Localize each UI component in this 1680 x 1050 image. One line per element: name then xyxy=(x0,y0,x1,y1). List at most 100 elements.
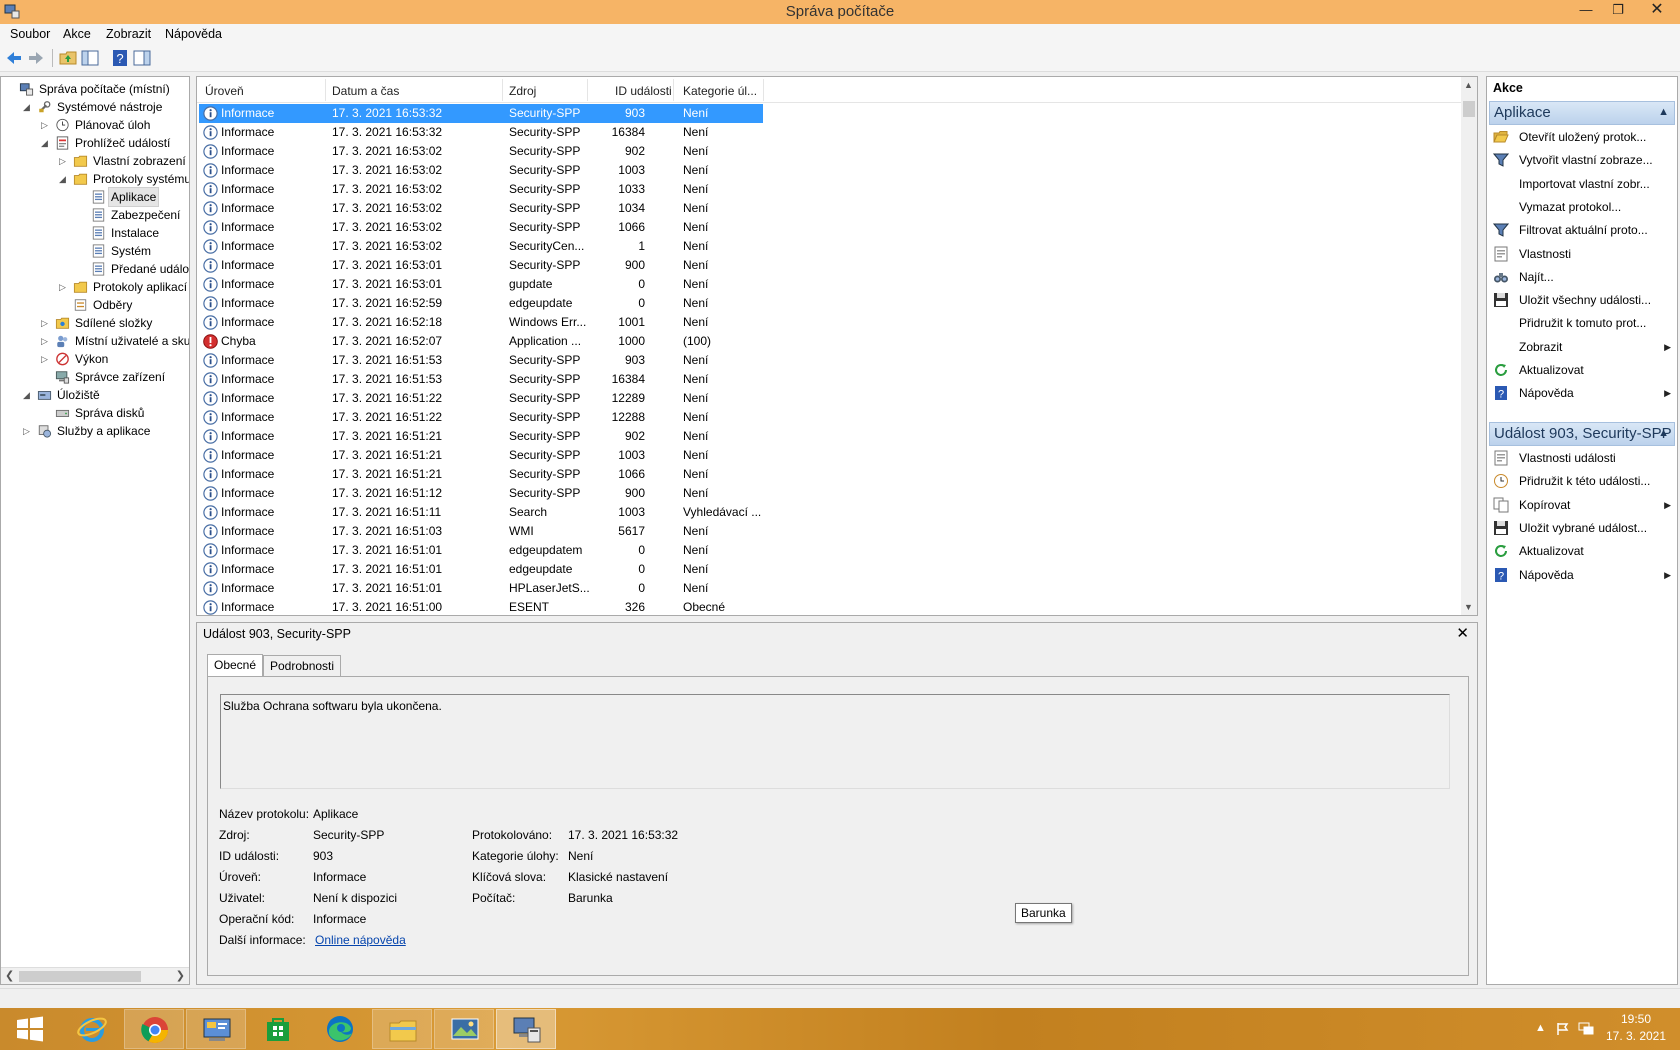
table-row[interactable]: Informace 17. 3. 2021 16:52:59 edgeupdate 0… xyxy=(199,294,763,313)
menu-file[interactable]: Soubor xyxy=(10,27,50,41)
action-item[interactable]: ? Nápověda ▶ xyxy=(1487,382,1675,404)
action-item[interactable]: Aktualizovat xyxy=(1487,359,1675,381)
table-row[interactable]: Informace 17. 3. 2021 16:51:11 Search 1003 V… xyxy=(199,503,763,522)
online-help-link[interactable]: Online nápověda xyxy=(315,933,406,947)
column-divider[interactable] xyxy=(763,79,764,101)
menu-view[interactable]: Zobrazit xyxy=(106,27,151,41)
actions-section-event[interactable]: Událost 903, Security-SPP ▲ xyxy=(1489,422,1675,446)
network-icon[interactable] xyxy=(1578,1022,1594,1036)
table-row[interactable]: Informace 17. 3. 2021 16:51:22 Security-SP… xyxy=(199,389,763,408)
action-item[interactable]: Najít... xyxy=(1487,266,1675,288)
table-row[interactable]: Informace 17. 3. 2021 16:53:01 Security-SP… xyxy=(199,256,763,275)
table-row[interactable]: Informace 17. 3. 2021 16:53:32 Security-SP… xyxy=(199,123,763,142)
table-row[interactable]: Informace 17. 3. 2021 16:53:02 Security-SP… xyxy=(199,218,763,237)
table-row[interactable]: Informace 17. 3. 2021 16:51:03 WMI 5617 Není xyxy=(199,522,763,541)
table-row[interactable]: Informace 17. 3. 2021 16:53:01 gupdate 0 Nen… xyxy=(199,275,763,294)
column-date[interactable]: Datum a čas xyxy=(332,84,399,98)
action-item[interactable]: ? Nápověda ▶ xyxy=(1487,564,1675,586)
expand-arrow-icon[interactable]: ▷ xyxy=(41,314,51,332)
maximize-button[interactable]: ❐ xyxy=(1604,0,1632,22)
actions-section-log[interactable]: Aplikace ▲ xyxy=(1489,101,1675,125)
help-button[interactable]: ? xyxy=(110,48,130,68)
back-button[interactable] xyxy=(4,48,24,68)
action-item[interactable]: Uložit všechny události... xyxy=(1487,289,1675,311)
up-level-button[interactable] xyxy=(58,48,78,68)
table-row[interactable]: Informace 17. 3. 2021 16:51:01 edgeupdate 0… xyxy=(199,560,763,579)
close-window-button[interactable]: ✕ xyxy=(1636,0,1678,22)
action-item[interactable]: Uložit vybrané událost... xyxy=(1487,517,1675,539)
forward-button[interactable] xyxy=(26,48,46,68)
menu-help[interactable]: Nápověda xyxy=(165,27,222,41)
table-row[interactable]: Informace 17. 3. 2021 16:52:18 Windows Err… xyxy=(199,313,763,332)
action-item[interactable]: Importovat vlastní zobr... xyxy=(1487,173,1675,195)
scroll-right-icon[interactable]: ❯ xyxy=(176,969,185,982)
table-row[interactable]: Informace 17. 3. 2021 16:53:02 Security-SP… xyxy=(199,161,763,180)
taskbar-internet-explorer[interactable] xyxy=(62,1009,122,1049)
table-row[interactable]: Informace 17. 3. 2021 16:51:21 Security-SP… xyxy=(199,446,763,465)
taskbar-control-panel[interactable] xyxy=(186,1009,246,1049)
show-hide-tree-button[interactable] xyxy=(80,48,100,68)
action-item[interactable]: Přidružit k této události... xyxy=(1487,470,1675,492)
scroll-thumb[interactable] xyxy=(1463,101,1475,117)
show-hide-actions-button[interactable] xyxy=(132,48,152,68)
collapse-icon[interactable]: ▲ xyxy=(1658,427,1669,439)
collapse-arrow-icon[interactable]: ◢ xyxy=(23,386,33,404)
expand-arrow-icon[interactable]: ▷ xyxy=(59,152,69,170)
action-item[interactable]: Zobrazit ▶ xyxy=(1487,336,1675,358)
column-divider[interactable] xyxy=(673,79,674,101)
taskbar-chrome[interactable] xyxy=(124,1009,184,1049)
action-item[interactable]: Vlastnosti události xyxy=(1487,447,1675,469)
action-item[interactable]: Vlastnosti xyxy=(1487,243,1675,265)
column-event-id[interactable]: ID události xyxy=(615,84,672,98)
taskbar-edge[interactable] xyxy=(310,1009,370,1049)
table-row[interactable]: Informace 17. 3. 2021 16:53:32 Security-SP… xyxy=(199,104,763,123)
table-row[interactable]: Informace 17. 3. 2021 16:51:12 Security-SP… xyxy=(199,484,763,503)
taskbar-file-explorer[interactable] xyxy=(372,1009,432,1049)
action-item[interactable]: Vytvořit vlastní zobraze... xyxy=(1487,149,1675,171)
taskbar-photos[interactable] xyxy=(434,1009,494,1049)
scroll-down-icon[interactable]: ▼ xyxy=(1464,602,1473,612)
show-hidden-icons[interactable]: ▲ xyxy=(1535,1022,1546,1034)
scroll-left-icon[interactable]: ❮ xyxy=(5,969,14,982)
action-item[interactable]: Aktualizovat xyxy=(1487,540,1675,562)
action-item[interactable]: Filtrovat aktuální proto... xyxy=(1487,219,1675,241)
tab-details[interactable]: Podrobnosti xyxy=(263,655,342,677)
column-divider[interactable] xyxy=(325,79,326,101)
column-divider[interactable] xyxy=(502,79,503,101)
action-item[interactable]: Vymazat protokol... xyxy=(1487,196,1675,218)
table-row[interactable]: Informace 17. 3. 2021 16:51:22 Security-SP… xyxy=(199,408,763,427)
action-item[interactable]: Kopírovat ▶ xyxy=(1487,494,1675,516)
table-row[interactable]: Chyba 17. 3. 2021 16:52:07 Application ...… xyxy=(199,332,763,351)
table-row[interactable]: Informace 17. 3. 2021 16:51:00 ESENT 326 Obe… xyxy=(199,598,763,615)
column-task-category[interactable]: Kategorie úl... xyxy=(683,84,757,98)
event-message[interactable]: Služba Ochrana softwaru byla ukončena. xyxy=(220,694,1450,789)
tab-general[interactable]: Obecné xyxy=(207,654,264,677)
expand-arrow-icon[interactable]: ▷ xyxy=(41,332,51,350)
list-vertical-scrollbar[interactable]: ▲ ▼ xyxy=(1461,77,1477,615)
taskbar-store[interactable] xyxy=(248,1009,308,1049)
menu-action[interactable]: Akce xyxy=(63,27,91,41)
table-row[interactable]: Informace 17. 3. 2021 16:51:01 edgeupdatem… xyxy=(199,541,763,560)
column-level[interactable]: Úroveň xyxy=(205,84,244,98)
collapse-arrow-icon[interactable]: ◢ xyxy=(41,134,51,152)
table-row[interactable]: Informace 17. 3. 2021 16:53:02 Security-SP… xyxy=(199,199,763,218)
table-row[interactable]: Informace 17. 3. 2021 16:51:53 Security-SP… xyxy=(199,370,763,389)
start-button[interactable] xyxy=(0,1009,60,1049)
system-clock[interactable]: 19:50 17. 3. 2021 xyxy=(1596,1011,1676,1045)
tree-horizontal-scrollbar[interactable]: ❮ ❯ xyxy=(1,967,189,984)
expand-arrow-icon[interactable]: ▷ xyxy=(41,350,51,368)
table-row[interactable]: Informace 17. 3. 2021 16:53:02 Security-SP… xyxy=(199,142,763,161)
expand-arrow-icon[interactable]: ▷ xyxy=(59,278,69,296)
table-row[interactable]: Informace 17. 3. 2021 16:51:53 Security-SP… xyxy=(199,351,763,370)
minimize-button[interactable]: — xyxy=(1572,0,1600,22)
column-divider[interactable] xyxy=(587,79,588,101)
action-center-flag-icon[interactable] xyxy=(1556,1022,1570,1036)
collapse-arrow-icon[interactable]: ◢ xyxy=(59,170,69,188)
expand-arrow-icon[interactable]: ▷ xyxy=(23,422,33,440)
expand-arrow-icon[interactable]: ▷ xyxy=(41,116,51,134)
table-row[interactable]: Informace 17. 3. 2021 16:53:02 SecurityCen… xyxy=(199,237,763,256)
taskbar-computer-management[interactable] xyxy=(496,1009,556,1049)
column-source[interactable]: Zdroj xyxy=(509,84,536,98)
scroll-thumb[interactable] xyxy=(19,971,141,982)
scroll-up-icon[interactable]: ▲ xyxy=(1464,80,1473,90)
